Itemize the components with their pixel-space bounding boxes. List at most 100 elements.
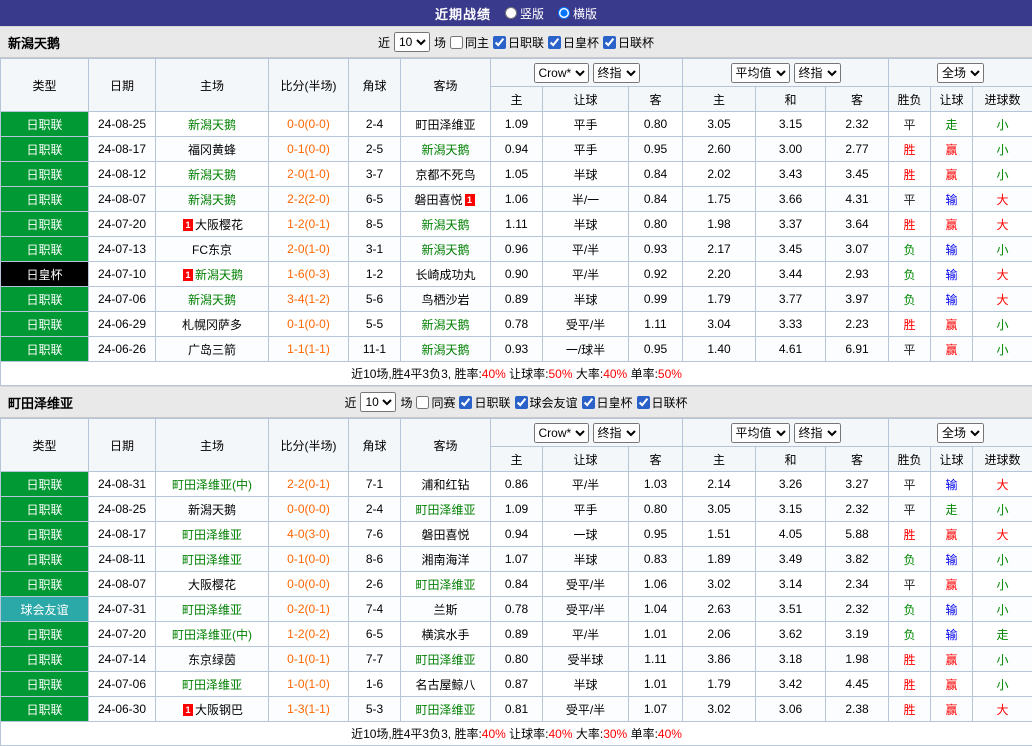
match-row: 日职联24-06-26广岛三箭1-1(1-1)11-1新潟天鹅0.93一/球半0… xyxy=(1,337,1032,362)
match-count-select[interactable]: 10 xyxy=(360,392,396,412)
asia-away-odds-cell: 0.92 xyxy=(629,262,683,287)
competition-cell: 日职联 xyxy=(1,647,89,672)
euro-time-select[interactable]: 终指 xyxy=(794,63,841,83)
away-team-cell: 町田泽维亚 xyxy=(401,647,491,672)
corner-cell: 2-6 xyxy=(349,572,401,597)
euro-time-select[interactable]: 终指 xyxy=(794,423,841,443)
away-team-name: 横滨水手 xyxy=(421,628,469,642)
asia-home-odds-cell: 0.96 xyxy=(491,237,543,262)
match-row: 日职联24-08-07新潟天鹅2-2(2-0)6-5磐田喜悦11.06半/一0.… xyxy=(1,187,1032,212)
filter-checkbox-0[interactable]: 同主 xyxy=(450,34,489,51)
filter-bar: 近10场同赛日职联球会友谊日皇杯日联杯 xyxy=(344,392,687,412)
period-select[interactable]: 全场 xyxy=(937,63,984,83)
euro-draw-odds-cell: 3.45 xyxy=(756,237,826,262)
asia-away-odds-cell: 0.80 xyxy=(629,497,683,522)
period-select[interactable]: 全场 xyxy=(937,423,984,443)
goals-result-cell: 大 xyxy=(973,187,1032,212)
asia-home-odds-cell: 0.78 xyxy=(491,312,543,337)
horizontal-radio[interactable] xyxy=(558,7,570,19)
date-cell: 24-08-25 xyxy=(89,112,156,137)
filter-checkbox-2[interactable]: 球会友谊 xyxy=(515,394,578,411)
vertical-radio[interactable] xyxy=(505,7,517,19)
sub-col-header: 让球 xyxy=(543,87,629,112)
sub-col-header: 让球 xyxy=(931,87,973,112)
filter-checkbox-input[interactable] xyxy=(450,36,463,49)
handicap-result-cell: 走 xyxy=(931,497,973,522)
corner-cell: 7-7 xyxy=(349,647,401,672)
filter-checkbox-3[interactable]: 日联杯 xyxy=(603,34,654,51)
asia-home-odds-cell: 1.05 xyxy=(491,162,543,187)
stat-label: 单率: xyxy=(627,727,658,741)
asia-time-select[interactable]: 终指 xyxy=(593,423,640,443)
asia-time-select[interactable]: 终指 xyxy=(593,63,640,83)
filter-checkbox-input[interactable] xyxy=(603,36,616,49)
away-team-name: 磐田喜悦 xyxy=(414,193,462,207)
col-header: 日期 xyxy=(89,419,156,472)
euro-away-odds-cell: 3.27 xyxy=(826,472,889,497)
home-team-name: 町田泽维亚(中) xyxy=(172,628,252,642)
goals-result-cell: 大 xyxy=(973,212,1032,237)
section-header-0: 新潟天鹅近10场同主日职联日皇杯日联杯 xyxy=(0,26,1032,58)
filter-checkbox-input[interactable] xyxy=(493,36,506,49)
asia-source-select[interactable]: Crow* xyxy=(534,63,589,83)
filter-checkbox-input[interactable] xyxy=(582,396,595,409)
filter-checkbox-input[interactable] xyxy=(548,36,561,49)
away-team-name: 磐田喜悦 xyxy=(421,528,469,542)
euro-draw-odds-cell: 4.05 xyxy=(756,522,826,547)
euro-home-odds-cell: 1.79 xyxy=(683,672,756,697)
away-team-name: 新潟天鹅 xyxy=(421,218,469,232)
corner-cell: 8-5 xyxy=(349,212,401,237)
wdl-result-cell: 平 xyxy=(889,497,931,522)
wdl-result-cell: 负 xyxy=(889,287,931,312)
asia-home-odds-cell: 1.06 xyxy=(491,187,543,212)
euro-away-odds-cell: 3.64 xyxy=(826,212,889,237)
euro-home-odds-cell: 3.05 xyxy=(683,112,756,137)
goals-result-cell: 小 xyxy=(973,647,1032,672)
filter-checkbox-input[interactable] xyxy=(416,396,429,409)
filter-checkbox-3[interactable]: 日皇杯 xyxy=(582,394,633,411)
sub-col-header: 客 xyxy=(826,447,889,472)
asia-away-odds-cell: 0.93 xyxy=(629,237,683,262)
filter-checkbox-0[interactable]: 同赛 xyxy=(416,394,455,411)
sub-col-header: 和 xyxy=(756,87,826,112)
layout-option-horizontal[interactable]: 横版 xyxy=(558,5,597,22)
stat-value: 40% xyxy=(549,727,573,741)
corner-cell: 8-6 xyxy=(349,547,401,572)
asia-home-odds-cell: 0.89 xyxy=(491,287,543,312)
filter-checkbox-1[interactable]: 日职联 xyxy=(493,34,544,51)
euro-source-select[interactable]: 平均值 xyxy=(731,63,790,83)
date-cell: 24-07-31 xyxy=(89,597,156,622)
competition-cell: 日职联 xyxy=(1,237,89,262)
home-team-cell: 1新潟天鹅 xyxy=(156,262,269,287)
asia-home-odds-cell: 0.78 xyxy=(491,597,543,622)
home-team-cell: 福冈黄蜂 xyxy=(156,137,269,162)
match-count-select[interactable]: 10 xyxy=(394,32,430,52)
corner-cell: 3-1 xyxy=(349,237,401,262)
asia-away-odds-cell: 0.95 xyxy=(629,137,683,162)
euro-home-odds-cell: 1.89 xyxy=(683,547,756,572)
euro-source-select[interactable]: 平均值 xyxy=(731,423,790,443)
date-cell: 24-07-14 xyxy=(89,647,156,672)
match-row: 日职联24-08-25新潟天鹅0-0(0-0)2-4町田泽维亚1.09平手0.8… xyxy=(1,112,1032,137)
filter-checkbox-4[interactable]: 日联杯 xyxy=(637,394,688,411)
layout-option-vertical[interactable]: 竖版 xyxy=(505,5,544,22)
home-team-cell: 新潟天鹅 xyxy=(156,162,269,187)
home-team-name: 东京绿茵 xyxy=(188,653,236,667)
red-card-badge: 1 xyxy=(183,704,193,716)
filter-checkbox-2[interactable]: 日皇杯 xyxy=(548,34,599,51)
asia-source-select[interactable]: Crow* xyxy=(534,423,589,443)
filter-checkbox-label: 日联杯 xyxy=(652,394,688,411)
wdl-result-cell: 负 xyxy=(889,262,931,287)
goals-result-cell: 大 xyxy=(973,697,1032,722)
asia-home-odds-cell: 0.87 xyxy=(491,672,543,697)
filter-checkbox-input[interactable] xyxy=(459,396,472,409)
away-team-cell: 浦和红钻 xyxy=(401,472,491,497)
asia-home-odds-cell: 0.93 xyxy=(491,337,543,362)
filter-checkbox-input[interactable] xyxy=(515,396,528,409)
asia-handicap-cell: 半球 xyxy=(543,547,629,572)
filter-checkbox-1[interactable]: 日职联 xyxy=(459,394,510,411)
filter-bar: 近10场同主日职联日皇杯日联杯 xyxy=(378,32,654,52)
asia-away-odds-cell: 1.01 xyxy=(629,622,683,647)
score-cell: 0-0(0-0) xyxy=(269,572,349,597)
filter-checkbox-input[interactable] xyxy=(637,396,650,409)
